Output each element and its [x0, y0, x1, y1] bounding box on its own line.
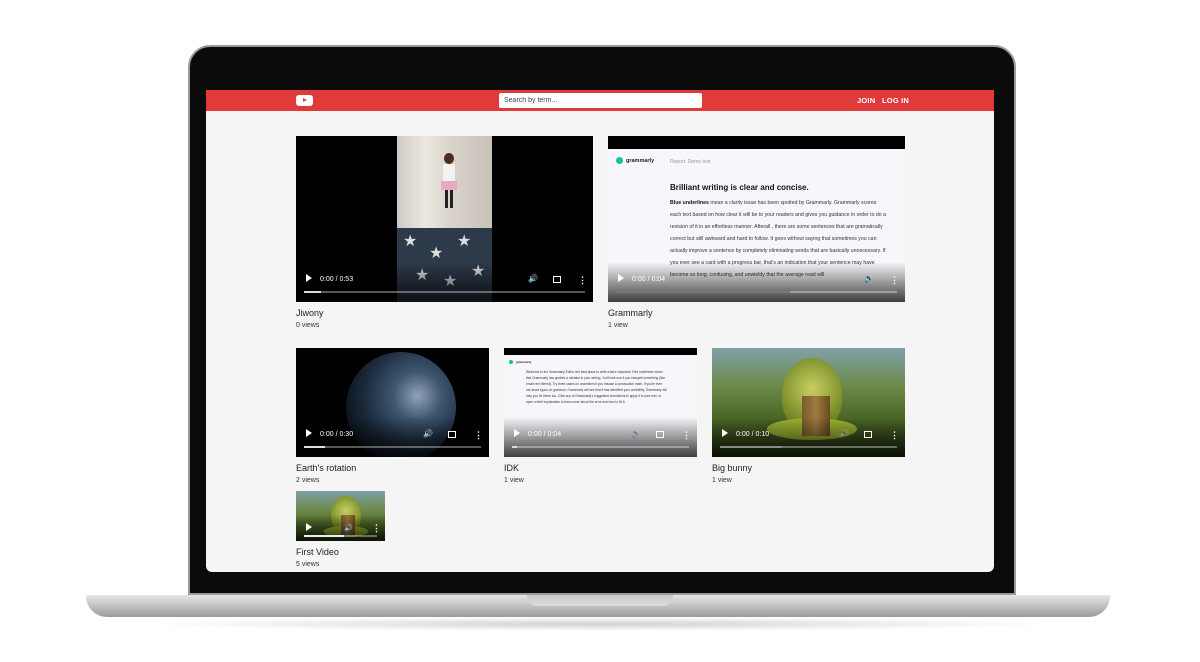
- fullscreen-icon[interactable]: [656, 431, 664, 438]
- video-title[interactable]: Earth's rotation: [296, 463, 489, 473]
- video-player[interactable]: 🔊 ⋮: [296, 491, 385, 541]
- laptop-mockup: JOIN LOG IN ★ ★ ★ ★ ★ ★ 0:00 / 0:53: [0, 0, 1200, 662]
- video-title[interactable]: IDK: [504, 463, 697, 473]
- play-icon[interactable]: [722, 429, 728, 437]
- fullscreen-icon[interactable]: [553, 276, 561, 283]
- video-title[interactable]: Big bunny: [712, 463, 905, 473]
- video-controls: 0:00 / 0:10 🔊 ⋮: [712, 417, 905, 457]
- login-link[interactable]: LOG IN: [882, 96, 909, 105]
- video-card[interactable]: 🔊 ⋮ First Video 5 views: [296, 491, 385, 568]
- video-title[interactable]: Jiwony: [296, 308, 593, 318]
- play-icon[interactable]: [306, 274, 312, 282]
- app-screen: JOIN LOG IN ★ ★ ★ ★ ★ ★ 0:00 / 0:53: [206, 90, 994, 572]
- laptop-notch: [527, 595, 673, 606]
- video-controls: 0:00 / 0:53 🔊 ⋮: [296, 262, 593, 302]
- progress-bar[interactable]: [304, 446, 481, 448]
- video-views: 1 view: [712, 477, 732, 484]
- volume-icon[interactable]: 🔊: [528, 274, 538, 283]
- play-icon[interactable]: [306, 429, 312, 437]
- youtube-play-icon[interactable]: [296, 95, 313, 106]
- video-card[interactable]: 0:00 / 0:10 🔊 ⋮ Big bunny 1 view: [712, 348, 905, 484]
- video-card[interactable]: ★ ★ ★ ★ ★ ★ 0:00 / 0:53 🔊 ⋮ Jiwony: [296, 136, 593, 329]
- progress-bar[interactable]: [304, 535, 377, 537]
- video-time: 0:00 / 0:53: [320, 276, 354, 283]
- video-views: 1 view: [504, 477, 524, 484]
- video-time: 0:00 / 0:10: [736, 431, 770, 438]
- play-icon[interactable]: [618, 274, 624, 282]
- video-views: 1 view: [608, 322, 628, 329]
- video-views: 0 views: [296, 322, 320, 329]
- video-player[interactable]: grammarly Welcome to the Grammarly Edito…: [504, 348, 697, 457]
- video-player[interactable]: ★ ★ ★ ★ ★ ★ 0:00 / 0:53 🔊 ⋮: [296, 136, 593, 302]
- volume-icon[interactable]: 🔊: [839, 429, 849, 438]
- fullscreen-icon[interactable]: [864, 431, 872, 438]
- more-options-icon[interactable]: ⋮: [372, 524, 381, 533]
- navbar: JOIN LOG IN: [206, 90, 994, 111]
- fullscreen-icon[interactable]: [448, 431, 456, 438]
- more-options-icon[interactable]: ⋮: [890, 431, 899, 440]
- video-views: 2 views: [296, 477, 320, 484]
- video-card[interactable]: grammarly Welcome to the Grammarly Edito…: [504, 348, 697, 484]
- video-controls: 0:00 / 0:30 🔊 ⋮: [296, 417, 489, 457]
- progress-bar[interactable]: [304, 291, 585, 293]
- volume-icon[interactable]: 🔊: [344, 524, 353, 532]
- volume-icon[interactable]: 🔊: [631, 429, 641, 438]
- video-card[interactable]: 0:00 / 0:30 🔊 ⋮ Earth's rotation 2 views: [296, 348, 489, 484]
- video-player[interactable]: grammarly Report: Demo text Brilliant wr…: [608, 136, 905, 302]
- progress-bar[interactable]: [512, 446, 689, 448]
- play-icon[interactable]: [514, 429, 520, 437]
- video-controls: 🔊 ⋮: [296, 515, 385, 541]
- more-options-icon[interactable]: ⋮: [578, 276, 587, 285]
- join-link[interactable]: JOIN: [857, 96, 875, 105]
- video-player[interactable]: 0:00 / 0:10 🔊 ⋮: [712, 348, 905, 457]
- progress-bar[interactable]: [720, 446, 897, 448]
- volume-icon[interactable]: 🔊: [423, 429, 433, 438]
- progress-bar[interactable]: [616, 291, 897, 293]
- more-options-icon[interactable]: ⋮: [890, 276, 899, 285]
- volume-icon[interactable]: 🔊: [864, 274, 874, 283]
- video-controls: 0:00 / 0:04 🔊 ⋮: [504, 417, 697, 457]
- video-time: 0:00 / 0:04: [528, 431, 562, 438]
- search-input[interactable]: [499, 93, 702, 108]
- video-time: 0:00 / 0:04: [632, 276, 666, 283]
- video-title[interactable]: Grammarly: [608, 308, 905, 318]
- video-card[interactable]: grammarly Report: Demo text Brilliant wr…: [608, 136, 905, 329]
- video-player[interactable]: 0:00 / 0:30 🔊 ⋮: [296, 348, 489, 457]
- more-options-icon[interactable]: ⋮: [682, 431, 691, 440]
- more-options-icon[interactable]: ⋮: [474, 431, 483, 440]
- video-title[interactable]: First Video: [296, 547, 385, 557]
- video-time: 0:00 / 0:30: [320, 431, 354, 438]
- video-views: 5 views: [296, 561, 320, 568]
- play-icon[interactable]: [306, 523, 312, 531]
- video-controls: 0:00 / 0:04 🔊 ⋮: [608, 262, 905, 302]
